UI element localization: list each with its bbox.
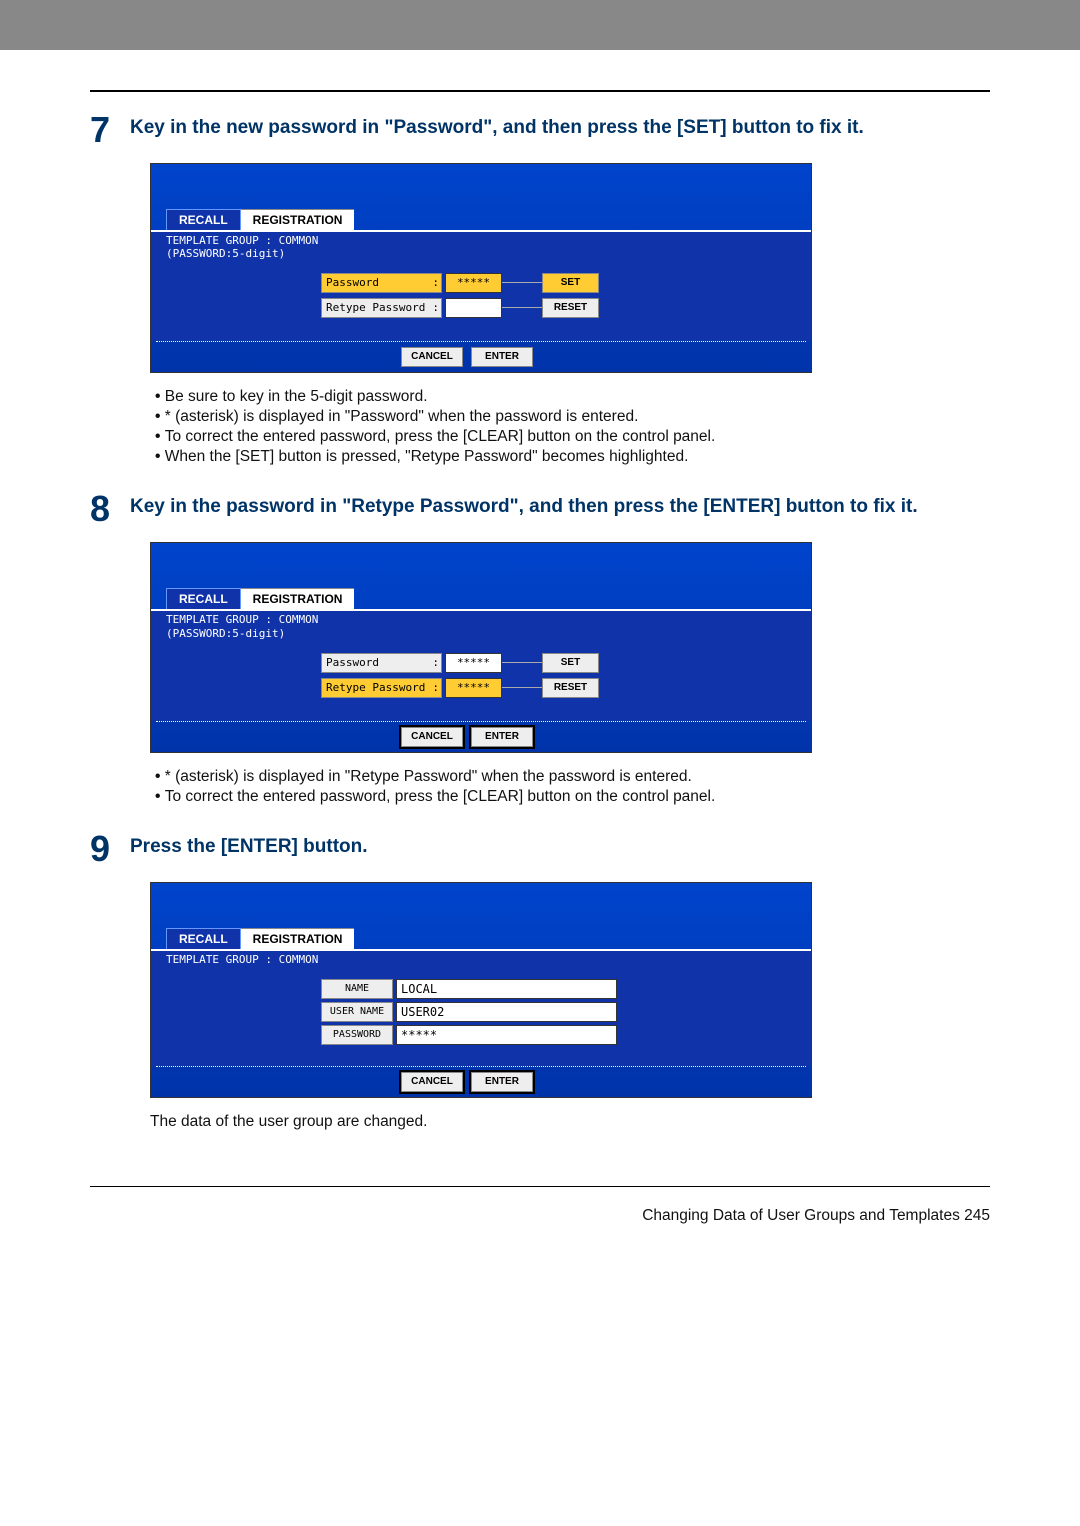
tab-registration[interactable]: REGISTRATION bbox=[241, 928, 355, 949]
step-9: 9 Press the [ENTER] button. bbox=[90, 831, 990, 867]
screenshot-9: RECALL REGISTRATION TEMPLATE GROUP : COM… bbox=[150, 882, 812, 1098]
footer-rule bbox=[90, 1186, 990, 1187]
step-8-title: Key in the password in "Retype Password"… bbox=[130, 496, 918, 527]
retype-password-input[interactable]: ***** bbox=[445, 678, 502, 698]
cancel-button[interactable]: CANCEL bbox=[401, 1072, 463, 1092]
enter-button[interactable]: ENTER bbox=[471, 347, 533, 367]
tab-registration[interactable]: REGISTRATION bbox=[241, 588, 355, 609]
top-rule bbox=[90, 90, 990, 92]
step-7-bullets: Be sure to key in the 5-digit password. … bbox=[155, 388, 990, 466]
tab-recall[interactable]: RECALL bbox=[166, 588, 241, 609]
step-7-title: Key in the new password in "Password", a… bbox=[130, 117, 864, 148]
password-label: Password: bbox=[321, 273, 442, 293]
retype-password-input[interactable] bbox=[445, 298, 502, 318]
step-7-number: 7 bbox=[90, 112, 130, 148]
step-8-bullets: * (asterisk) is displayed in "Retype Pas… bbox=[155, 768, 990, 806]
password-value[interactable]: ***** bbox=[396, 1025, 617, 1045]
step-7: 7 Key in the new password in "Password",… bbox=[90, 112, 990, 148]
template-info: TEMPLATE GROUP : COMMON bbox=[151, 949, 811, 974]
screenshot-7: RECALL REGISTRATION TEMPLATE GROUP : COM… bbox=[150, 163, 812, 373]
cancel-button[interactable]: CANCEL bbox=[401, 347, 463, 367]
name-value[interactable]: LOCAL bbox=[396, 979, 617, 999]
tab-recall[interactable]: RECALL bbox=[166, 209, 241, 230]
template-info: TEMPLATE GROUP : COMMON(PASSWORD:5-digit… bbox=[151, 609, 811, 647]
reset-button[interactable]: RESET bbox=[542, 678, 599, 698]
password-label: Password: bbox=[321, 653, 442, 673]
tab-recall[interactable]: RECALL bbox=[166, 928, 241, 949]
username-label: USER NAME bbox=[321, 1002, 393, 1022]
step-9-note: The data of the user group are changed. bbox=[150, 1113, 990, 1131]
step-8-number: 8 bbox=[90, 491, 130, 527]
name-label: NAME bbox=[321, 979, 393, 999]
template-info: TEMPLATE GROUP : COMMON(PASSWORD:5-digit… bbox=[151, 230, 811, 268]
cancel-button[interactable]: CANCEL bbox=[401, 727, 463, 747]
enter-button[interactable]: ENTER bbox=[471, 1072, 533, 1092]
retype-password-label: Retype Password: bbox=[321, 678, 442, 698]
retype-password-label: Retype Password: bbox=[321, 298, 442, 318]
set-button[interactable]: SET bbox=[542, 653, 599, 673]
step-8: 8 Key in the password in "Retype Passwor… bbox=[90, 491, 990, 527]
step-9-title: Press the [ENTER] button. bbox=[130, 836, 368, 867]
screenshot-8: RECALL REGISTRATION TEMPLATE GROUP : COM… bbox=[150, 542, 812, 752]
set-button[interactable]: SET bbox=[542, 273, 599, 293]
password-button[interactable]: PASSWORD bbox=[321, 1025, 393, 1045]
password-input[interactable]: ***** bbox=[445, 273, 502, 293]
password-input[interactable]: ***** bbox=[445, 653, 502, 673]
enter-button[interactable]: ENTER bbox=[471, 727, 533, 747]
step-9-number: 9 bbox=[90, 831, 130, 867]
page-footer: Changing Data of User Groups and Templat… bbox=[0, 1197, 1080, 1255]
reset-button[interactable]: RESET bbox=[542, 298, 599, 318]
header-bar bbox=[0, 0, 1080, 50]
tab-registration[interactable]: REGISTRATION bbox=[241, 209, 355, 230]
username-value[interactable]: USER02 bbox=[396, 1002, 617, 1022]
